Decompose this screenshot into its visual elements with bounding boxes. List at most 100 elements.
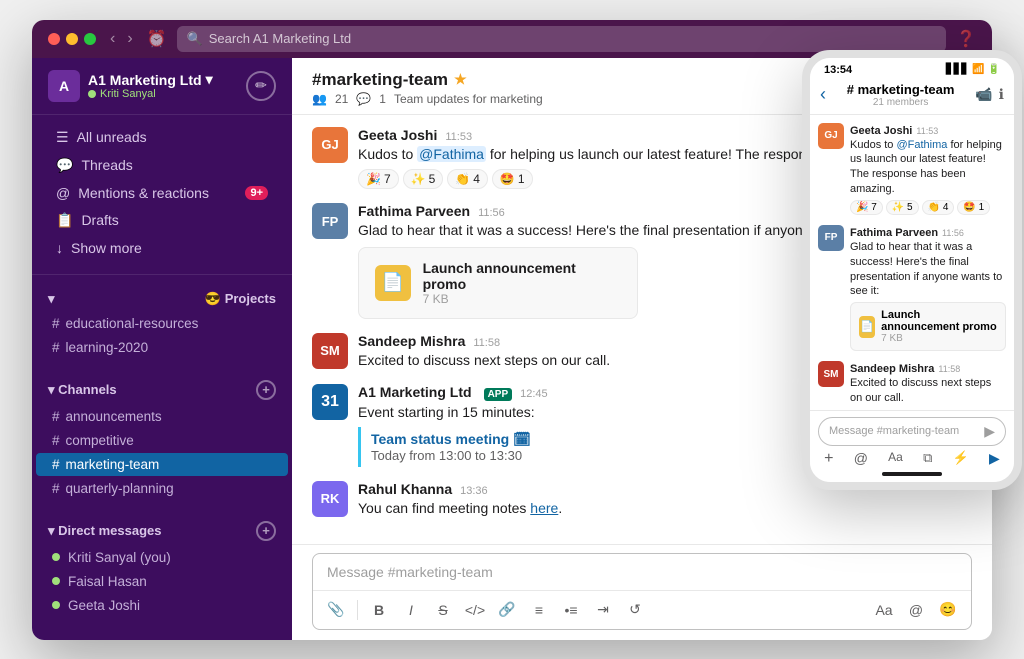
maximize-button[interactable] [84, 33, 96, 45]
dm-faisal[interactable]: Faisal Hasan [36, 570, 288, 593]
back-arrow[interactable]: ‹ [106, 28, 119, 50]
phone-msg-text: Glad to hear that it was a success! Here… [850, 240, 1006, 299]
sidebar-nav: ☰ All unreads 💬 Threads @ Mentions & rea… [32, 115, 292, 270]
reaction[interactable]: 👏 4 [447, 169, 488, 189]
message-time: 11:58 [473, 337, 500, 349]
phone-mention-icon[interactable]: @ [854, 450, 868, 468]
phone-time: 13:54 [824, 64, 852, 76]
input-toolbar: 📎 B I S </> 🔗 ≡ •≡ ⇥ ↺ Aa [313, 590, 971, 629]
reaction[interactable]: 🤩 1 [492, 169, 533, 189]
history-icon[interactable]: ⏰ [147, 29, 167, 49]
phone-reaction[interactable]: 👏 4 [922, 200, 955, 215]
phone-back-button[interactable]: ‹ [820, 84, 826, 105]
reaction[interactable]: 🎉 7 [358, 169, 399, 189]
avatar: RK [312, 481, 348, 517]
event-card[interactable]: Team status meeting 🗓 Today from 13:00 t… [358, 427, 548, 467]
phone-channel-title: # marketing-team [832, 82, 969, 97]
link[interactable]: here [530, 500, 558, 516]
message-sender: Rahul Khanna [358, 481, 452, 497]
message-input-box: Message #marketing-team 📎 B I S </> 🔗 ≡ … [312, 553, 972, 630]
undo-button[interactable]: ↺ [622, 597, 648, 623]
dm-section: ▾ Direct messages + Kriti Sanyal (you) F… [32, 509, 292, 626]
compose-button[interactable]: ✏ [246, 71, 276, 101]
strikethrough-button[interactable]: S [430, 597, 456, 623]
italic-button[interactable]: I [398, 597, 424, 623]
phone-reaction[interactable]: ✨ 5 [886, 200, 919, 215]
add-dm-button[interactable]: + [256, 521, 276, 541]
star-icon[interactable]: ★ [454, 71, 467, 88]
code-button[interactable]: </> [462, 597, 488, 623]
phone-reaction[interactable]: 🤩 1 [957, 200, 990, 215]
avatar: SM [312, 333, 348, 369]
message-sender: Sandeep Mishra [358, 333, 465, 349]
phone-message-row: SM Sandeep Mishra11:58 Excited to discus… [818, 361, 1006, 406]
indent-button[interactable]: ⇥ [590, 597, 616, 623]
phone-text-icon[interactable]: Aa [888, 450, 903, 468]
add-channel-button[interactable]: + [256, 380, 276, 400]
chevron-down-icon: ▾ [48, 382, 58, 397]
bold-button[interactable]: B [366, 597, 392, 623]
reaction[interactable]: ✨ 5 [403, 169, 444, 189]
dm-kriti[interactable]: Kriti Sanyal (you) [36, 546, 288, 569]
link-button[interactable]: 🔗 [494, 597, 520, 623]
file-attachment[interactable]: 📄 Launch announcement promo 7 KB [358, 247, 638, 319]
sidebar-item-drafts[interactable]: 📋 Drafts [40, 207, 284, 234]
dm-header[interactable]: ▾ Direct messages + [32, 517, 292, 545]
search-icon: 🔍 [187, 31, 203, 47]
help-icon[interactable]: ❓ [956, 29, 976, 49]
message-text: You can find meeting notes here. [358, 499, 562, 519]
phone-plus-icon[interactable]: + [824, 450, 833, 468]
sidebar-item-threads[interactable]: 💬 Threads [40, 152, 284, 179]
search-placeholder: Search A1 Marketing Ltd [209, 31, 351, 46]
phone-message-input[interactable]: Message #marketing-team ▶ [818, 417, 1006, 446]
phone-avatar: GJ [818, 123, 844, 149]
message-sender: Fathima Parveen [358, 203, 470, 219]
phone-message-row: FP Fathima Parveen11:56 Glad to hear tha… [818, 225, 1006, 351]
phone-msg-time: 11:53 [916, 126, 938, 136]
phone-msg-text: Kudos to @Fathima for helping us launch … [850, 138, 1006, 197]
sidebar-item-mentions[interactable]: @ Mentions & reactions 9+ [40, 180, 284, 206]
phone-file-attachment[interactable]: 📄 Launch announcement promo 7 KB [850, 302, 1006, 351]
phone-signal: ▋▋▋ 📶 🔋 [946, 64, 1000, 75]
dm-geeta[interactable]: Geeta Joshi [36, 594, 288, 617]
phone-status-bar: 13:54 ▋▋▋ 📶 🔋 [810, 58, 1014, 78]
channel-marketing-team[interactable]: # marketing-team [36, 453, 288, 476]
phone-input-placeholder: Message #marketing-team [829, 425, 959, 437]
channel-quarterly-planning[interactable]: # quarterly-planning [36, 477, 288, 500]
phone-video-icon[interactable]: 📹 [975, 86, 992, 103]
minimize-button[interactable] [66, 33, 78, 45]
chevron-down-icon: ▾ [48, 291, 55, 307]
search-bar[interactable]: 🔍 Search A1 Marketing Ltd [177, 26, 947, 52]
channel-educational-resources[interactable]: # educational-resources [36, 312, 288, 335]
projects-header[interactable]: ▾ 😎 Projects [32, 287, 292, 311]
message-time: 13:36 [460, 485, 488, 497]
message-input[interactable]: Message #marketing-team [313, 554, 971, 590]
phone-reaction[interactable]: 🎉 7 [850, 200, 883, 215]
forward-arrow[interactable]: › [123, 28, 136, 50]
channel-announcements[interactable]: # announcements [36, 405, 288, 428]
phone-info-icon[interactable]: ℹ [999, 86, 1004, 103]
online-dot [52, 553, 60, 561]
ordered-list-button[interactable]: ≡ [526, 597, 552, 623]
channel-learning-2020[interactable]: # learning-2020 [36, 336, 288, 359]
phone-send-icon[interactable]: ▶ [984, 423, 995, 440]
workspace-name[interactable]: A1 Marketing Ltd ▾ [88, 71, 213, 88]
members-icon: 👥 [312, 92, 327, 106]
sidebar-item-all-unreads[interactable]: ☰ All unreads [40, 124, 284, 151]
phone-copy-icon[interactable]: ⧉ [923, 450, 932, 468]
status-dot [88, 90, 96, 98]
app-badge: APP [484, 388, 513, 401]
mention-button[interactable]: @ [903, 597, 929, 623]
phone-member-count: 21 members [832, 97, 969, 108]
emoji-button[interactable]: 😊 [935, 597, 961, 623]
text-format-button[interactable]: Aa [871, 597, 897, 623]
channel-competitive[interactable]: # competitive [36, 429, 288, 452]
attachment-button[interactable]: 📎 [323, 597, 349, 623]
sidebar-show-more[interactable]: ↓ Show more [40, 235, 284, 261]
channels-header[interactable]: ▾ Channels + [32, 376, 292, 404]
phone-bolt-icon[interactable]: ⚡ [953, 450, 969, 468]
close-button[interactable] [48, 33, 60, 45]
phone-avatar: SM [818, 361, 844, 387]
unordered-list-button[interactable]: •≡ [558, 597, 584, 623]
phone-forward-icon[interactable]: ▶ [989, 450, 1000, 468]
